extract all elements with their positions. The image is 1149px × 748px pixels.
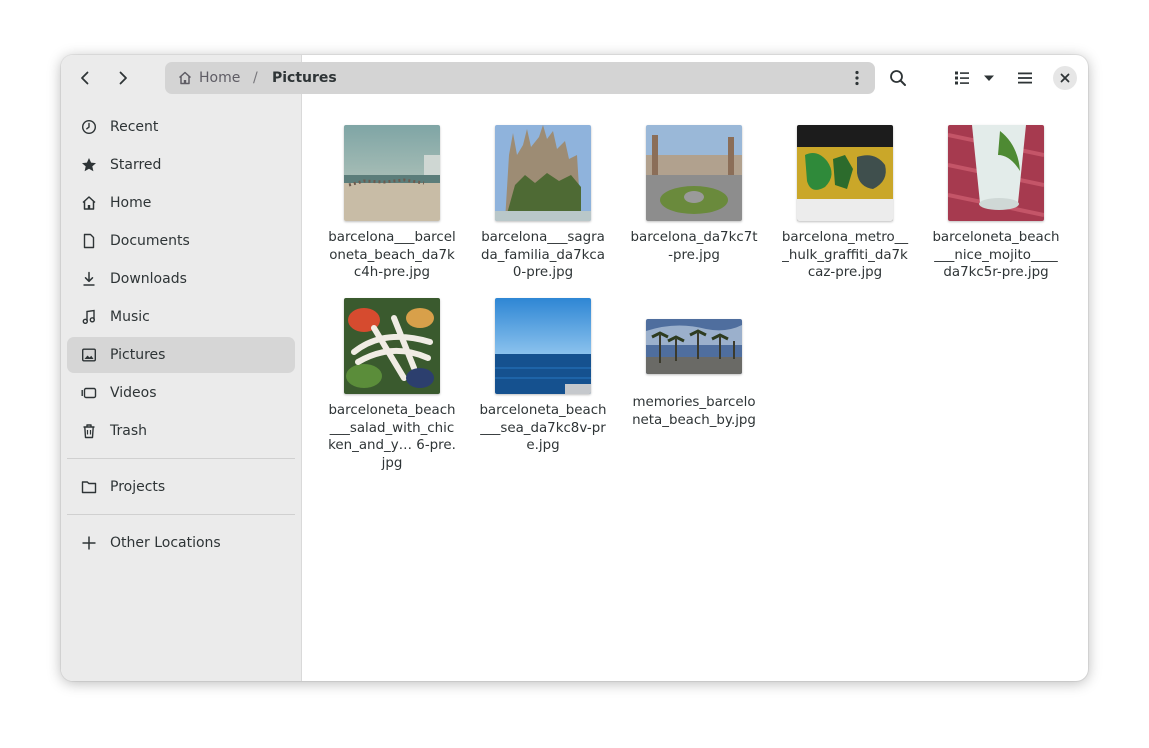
list-view-icon	[955, 71, 969, 85]
folder-icon	[80, 478, 98, 496]
file-thumbnail	[495, 298, 591, 394]
file-thumbnail	[495, 125, 591, 221]
sidebar-item-other-locations[interactable]: Other Locations	[67, 525, 295, 561]
star-icon	[80, 156, 98, 174]
sidebar: Recent Starred Home Documents Downloads …	[67, 109, 295, 563]
sidebar-item-label: Documents	[110, 233, 190, 249]
file-name: barceloneta_beach___salad_with_chicken_a…	[328, 403, 456, 471]
path-bar[interactable]: Home / Pictures	[165, 62, 875, 94]
file-item[interactable]: barcelona___sagrada_familia_da7kca0-pre.…	[474, 125, 612, 282]
path-menu-button[interactable]	[845, 66, 869, 90]
sidebar-item-label: Home	[110, 195, 152, 211]
sidebar-item-label: Downloads	[110, 271, 187, 287]
breadcrumb-home[interactable]: Home	[177, 62, 240, 94]
chevron-down-icon	[984, 75, 994, 81]
sidebar-item-label: Other Locations	[110, 535, 221, 551]
chevron-right-icon	[119, 71, 127, 85]
file-item[interactable]: memories_barceloneta_beach_by.jpg	[625, 298, 763, 429]
close-button[interactable]	[1053, 66, 1077, 90]
file-name: barceloneta_beach___sea_da7kc8v-pre.jpg	[479, 403, 607, 453]
breadcrumb-separator: /	[253, 70, 258, 86]
file-name: barcelona_metro___hulk_graffiti_da7kcaz-…	[781, 230, 909, 280]
hamburger-menu-icon	[1018, 72, 1032, 84]
file-name: barcelona___barceloneta_beach_da7kc4h-pr…	[328, 230, 456, 280]
back-button[interactable]	[68, 61, 102, 95]
document-icon	[80, 232, 98, 250]
image-icon	[80, 346, 98, 364]
file-item[interactable]: barceloneta_beach___sea_da7kc8v-pre.jpg	[474, 298, 612, 455]
sidebar-item-trash[interactable]: Trash	[67, 413, 295, 449]
file-manager-window: Home / Pictures Recent Starred Home Docu…	[61, 55, 1088, 681]
home-icon	[80, 194, 98, 212]
sidebar-separator	[67, 458, 295, 459]
chevron-left-icon	[81, 71, 89, 85]
sidebar-item-label: Videos	[110, 385, 157, 401]
sidebar-item-videos[interactable]: Videos	[67, 375, 295, 411]
video-icon	[80, 384, 98, 402]
sidebar-item-label: Projects	[110, 479, 166, 495]
file-item[interactable]: barceloneta_beach___nice_mojito____da7kc…	[927, 125, 1065, 282]
file-name: barceloneta_beach___nice_mojito____da7kc…	[932, 230, 1060, 280]
download-icon	[80, 270, 98, 288]
file-item[interactable]: barcelona_metro___hulk_graffiti_da7kcaz-…	[776, 125, 914, 282]
sidebar-separator	[67, 514, 295, 515]
sidebar-item-documents[interactable]: Documents	[67, 223, 295, 259]
sidebar-item-pictures[interactable]: Pictures	[67, 337, 295, 373]
sidebar-item-label: Pictures	[110, 347, 166, 363]
file-name: barcelona_da7kc7t-pre.jpg	[630, 230, 758, 263]
search-icon	[890, 70, 906, 86]
file-thumbnail	[646, 319, 742, 374]
plus-icon	[80, 534, 98, 552]
close-icon	[1060, 73, 1070, 83]
file-item[interactable]: barcelona___barceloneta_beach_da7kc4h-pr…	[323, 125, 461, 282]
header-bar: Home / Pictures	[61, 55, 1088, 102]
breadcrumb-current[interactable]: Pictures	[272, 62, 337, 94]
sidebar-item-home[interactable]: Home	[67, 185, 295, 221]
music-icon	[80, 308, 98, 326]
home-icon	[178, 71, 192, 85]
clock-icon	[80, 118, 98, 136]
file-name: barcelona___sagrada_familia_da7kca0-pre.…	[481, 230, 605, 280]
vertical-dots-icon	[855, 70, 859, 86]
trash-icon	[80, 422, 98, 440]
file-name: memories_barceloneta_beach_by.jpg	[632, 395, 756, 428]
main-menu-button[interactable]	[1008, 61, 1042, 95]
sidebar-item-label: Starred	[110, 157, 162, 173]
sidebar-item-label: Trash	[110, 423, 147, 439]
sidebar-item-label: Music	[110, 309, 150, 325]
file-thumbnail	[948, 125, 1044, 221]
sidebar-item-projects[interactable]: Projects	[67, 469, 295, 505]
file-item[interactable]: barceloneta_beach___salad_with_chicken_a…	[323, 298, 461, 472]
view-options-button[interactable]	[974, 61, 1004, 95]
file-thumbnail	[344, 125, 440, 221]
sidebar-item-music[interactable]: Music	[67, 299, 295, 335]
sidebar-item-starred[interactable]: Starred	[67, 147, 295, 183]
sidebar-item-label: Recent	[110, 119, 159, 135]
sidebar-item-downloads[interactable]: Downloads	[67, 261, 295, 297]
forward-button[interactable]	[106, 61, 140, 95]
file-item[interactable]: barcelona_da7kc7t-pre.jpg	[625, 125, 763, 264]
search-button[interactable]	[881, 61, 915, 95]
file-thumbnail	[797, 125, 893, 221]
file-thumbnail	[344, 298, 440, 394]
breadcrumb-home-label: Home	[199, 70, 241, 86]
file-thumbnail	[646, 125, 742, 221]
sidebar-item-recent[interactable]: Recent	[67, 109, 295, 145]
